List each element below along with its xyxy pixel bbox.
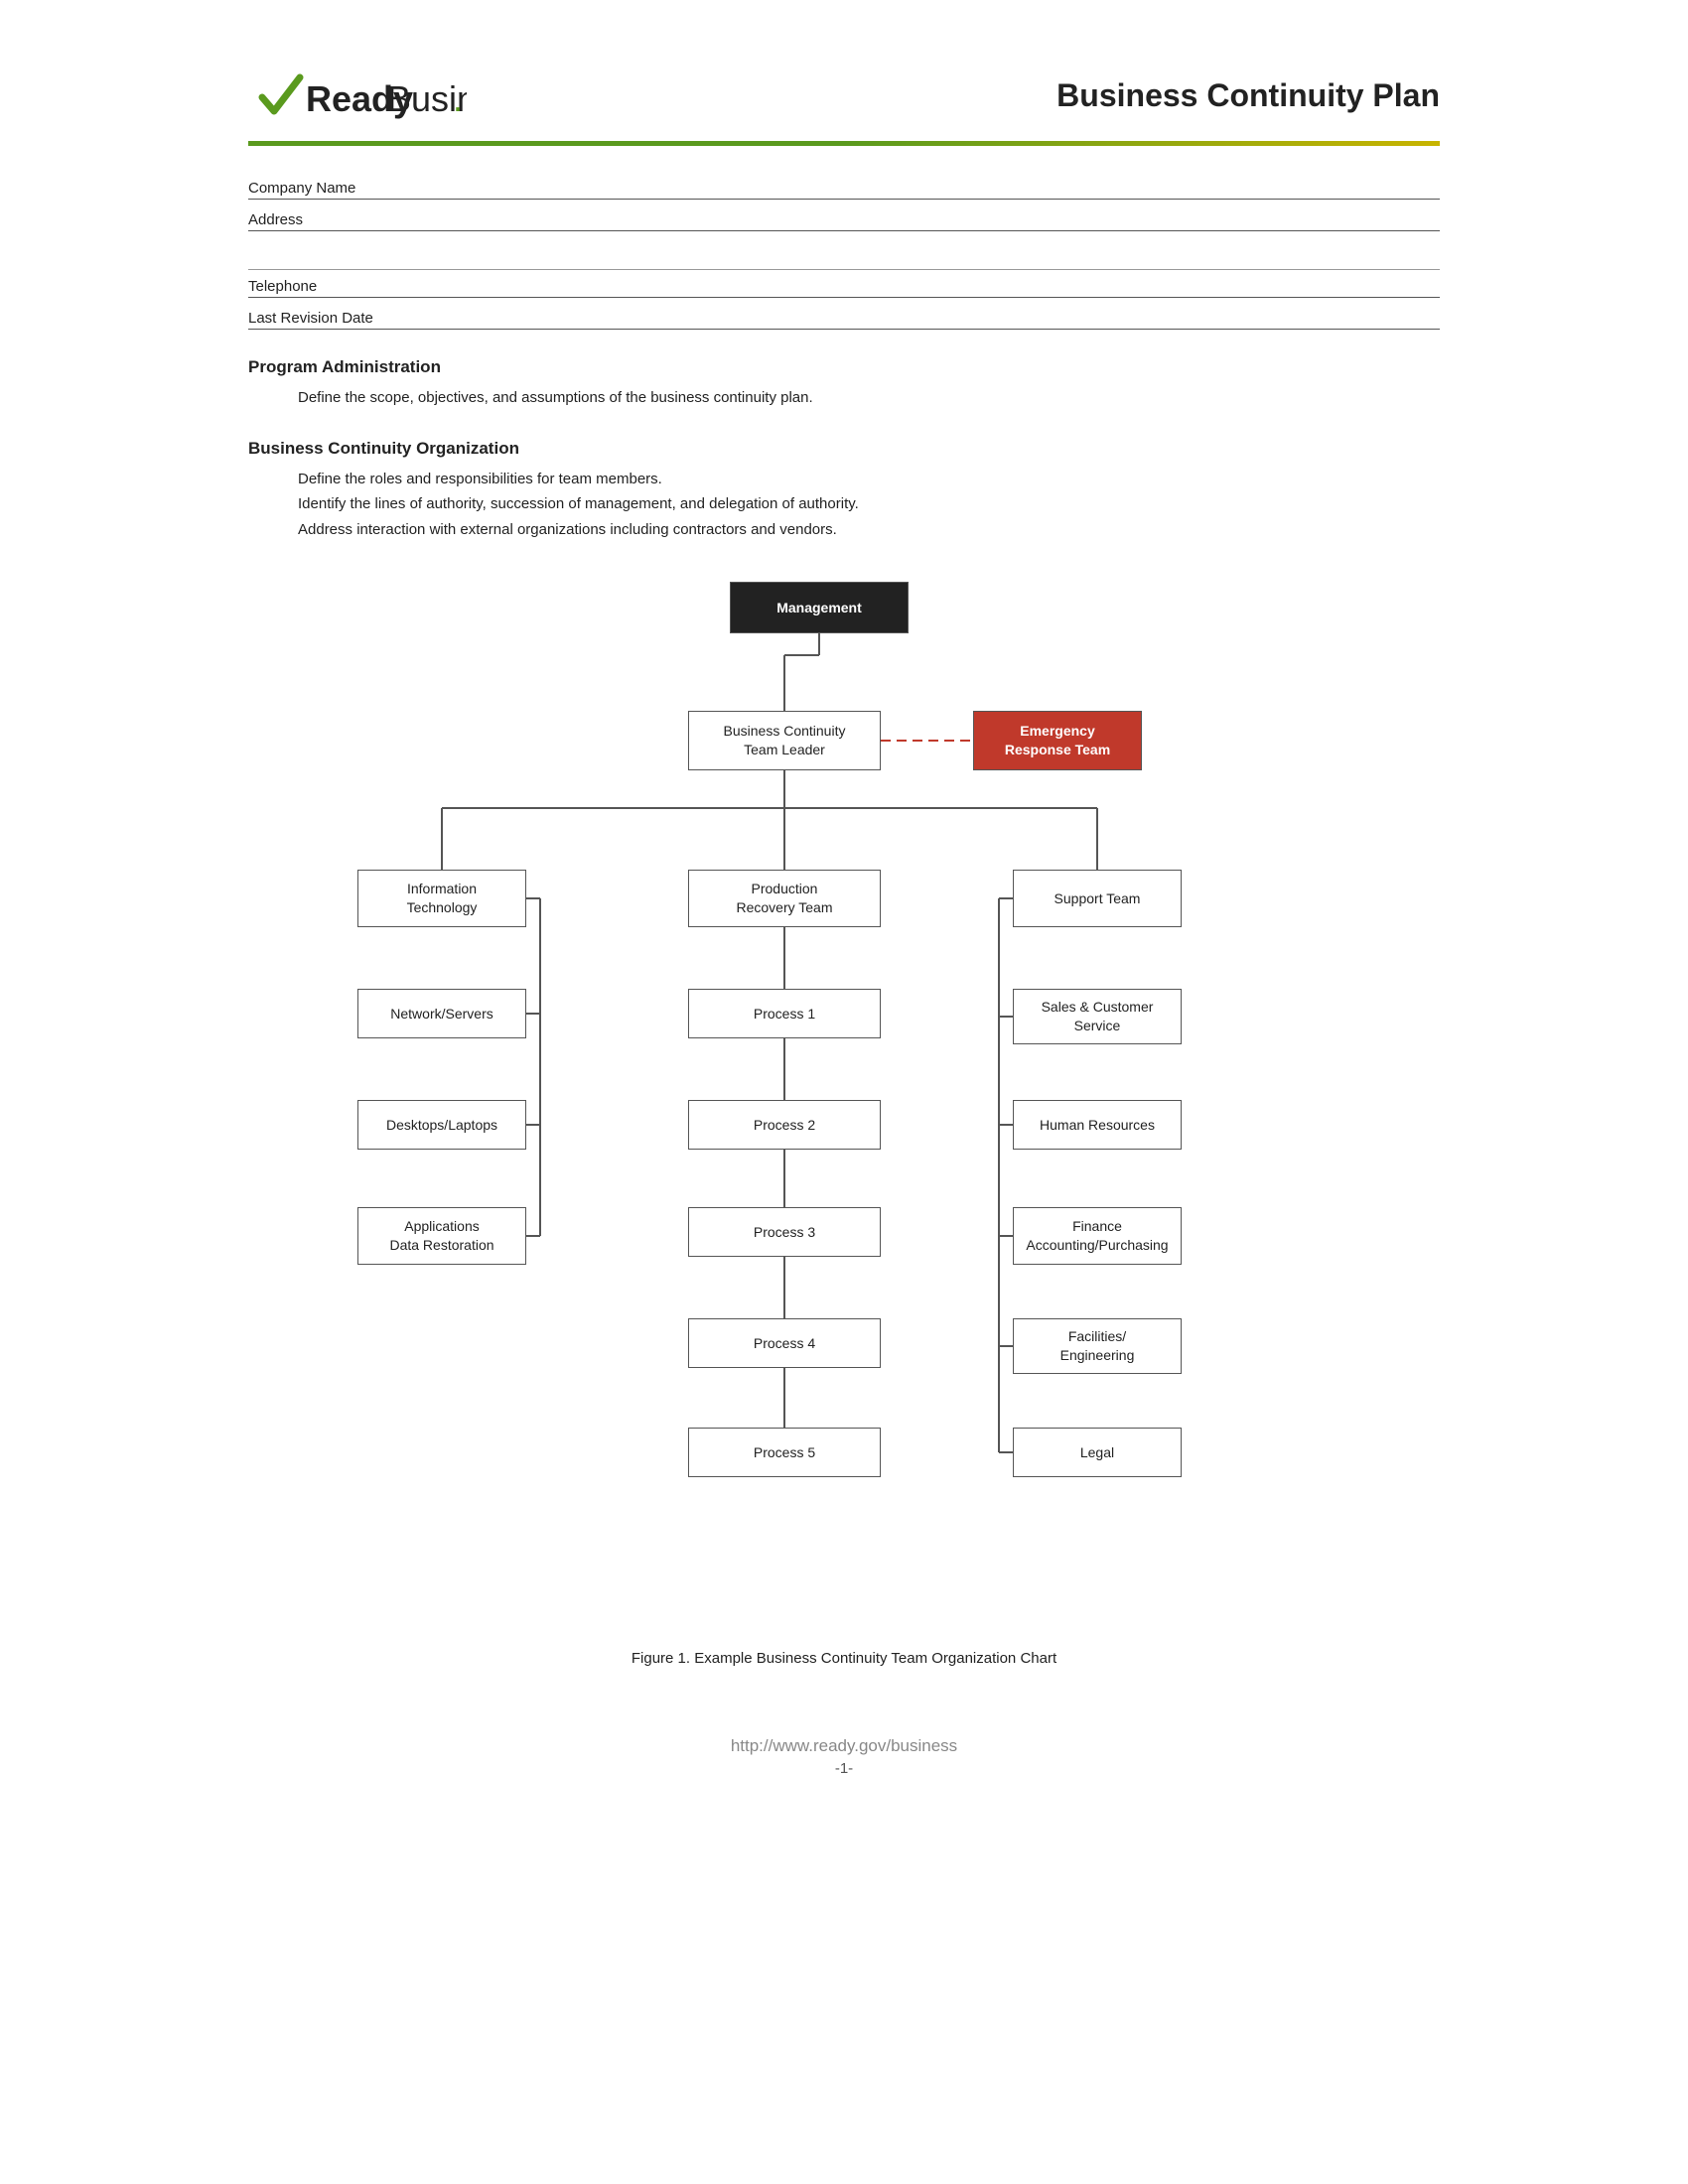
org-box-process5: Process 5 [688, 1428, 881, 1477]
header-divider [248, 141, 1440, 146]
org-box-legal: Legal [1013, 1428, 1182, 1477]
telephone-label: Telephone [248, 274, 1440, 297]
section-title-program: Program Administration [248, 357, 1440, 377]
section-title-bco: Business Continuity Organization [248, 439, 1440, 459]
org-box-process4: Process 4 [688, 1318, 881, 1368]
revision-date-label: Last Revision Date [248, 306, 1440, 329]
footer: http://www.ready.gov/business -1- [248, 1736, 1440, 1777]
section-body-program: Define the scope, objectives, and assump… [298, 385, 1440, 411]
telephone-line [248, 297, 1440, 298]
org-box-appsdatarestoration: ApplicationsData Restoration [357, 1207, 526, 1265]
page-title: Business Continuity Plan [1056, 77, 1440, 114]
org-box-supportteam: Support Team [1013, 870, 1182, 927]
org-box-salescustomer: Sales & CustomerService [1013, 989, 1182, 1044]
org-box-process3: Process 3 [688, 1207, 881, 1257]
orgchart: Management Business ContinuityTeam Leader… [298, 582, 1390, 1634]
company-name-field: Company Name [248, 176, 1440, 200]
footer-url: http://www.ready.gov/business [248, 1736, 1440, 1756]
section-body-bco: Define the roles and responsibilities fo… [298, 467, 1440, 543]
org-box-productionrecovery: ProductionRecovery Team [688, 870, 881, 927]
revision-date-field: Last Revision Date [248, 306, 1440, 330]
org-box-process1: Process 1 [688, 989, 881, 1038]
bco-line-1: Define the roles and responsibilities fo… [298, 467, 1440, 492]
footer-page-number: -1- [248, 1760, 1440, 1777]
org-box-financeaccounting: FinanceAccounting/Purchasing [1013, 1207, 1182, 1265]
logo-svg: Ready Business . [248, 60, 467, 131]
org-box-emergency: EmergencyResponse Team [973, 711, 1142, 770]
telephone-field: Telephone [248, 269, 1440, 298]
org-box-bcteamleader: Business ContinuityTeam Leader [688, 711, 881, 770]
org-box-networkservers: Network/Servers [357, 989, 526, 1038]
svg-text:.: . [453, 78, 463, 119]
address-line [248, 230, 1440, 231]
bco-line-2: Identify the lines of authority, success… [298, 491, 1440, 517]
revision-date-line [248, 329, 1440, 330]
org-box-infotechnology: InformationTechnology [357, 870, 526, 927]
figure-caption: Figure 1. Example Business Continuity Te… [632, 1650, 1056, 1667]
bco-line-3: Address interaction with external organi… [298, 517, 1440, 543]
header: Ready Business . Business Continuity Pla… [248, 60, 1440, 131]
address-label: Address [248, 207, 1440, 230]
org-box-facilitiesengineering: Facilities/Engineering [1013, 1318, 1182, 1374]
org-box-process2: Process 2 [688, 1100, 881, 1150]
company-name-line [248, 199, 1440, 200]
orgchart-container: Management Business ContinuityTeam Leader… [248, 582, 1440, 1697]
org-box-desktopslaptops: Desktops/Laptops [357, 1100, 526, 1150]
address-field: Address [248, 207, 1440, 231]
org-box-management: Management [730, 582, 909, 633]
logo-area: Ready Business . [248, 60, 467, 131]
org-box-humanresources: Human Resources [1013, 1100, 1182, 1150]
program-line-1: Define the scope, objectives, and assump… [298, 385, 1440, 411]
page: Ready Business . Business Continuity Pla… [169, 0, 1519, 1856]
company-name-label: Company Name [248, 176, 1440, 199]
